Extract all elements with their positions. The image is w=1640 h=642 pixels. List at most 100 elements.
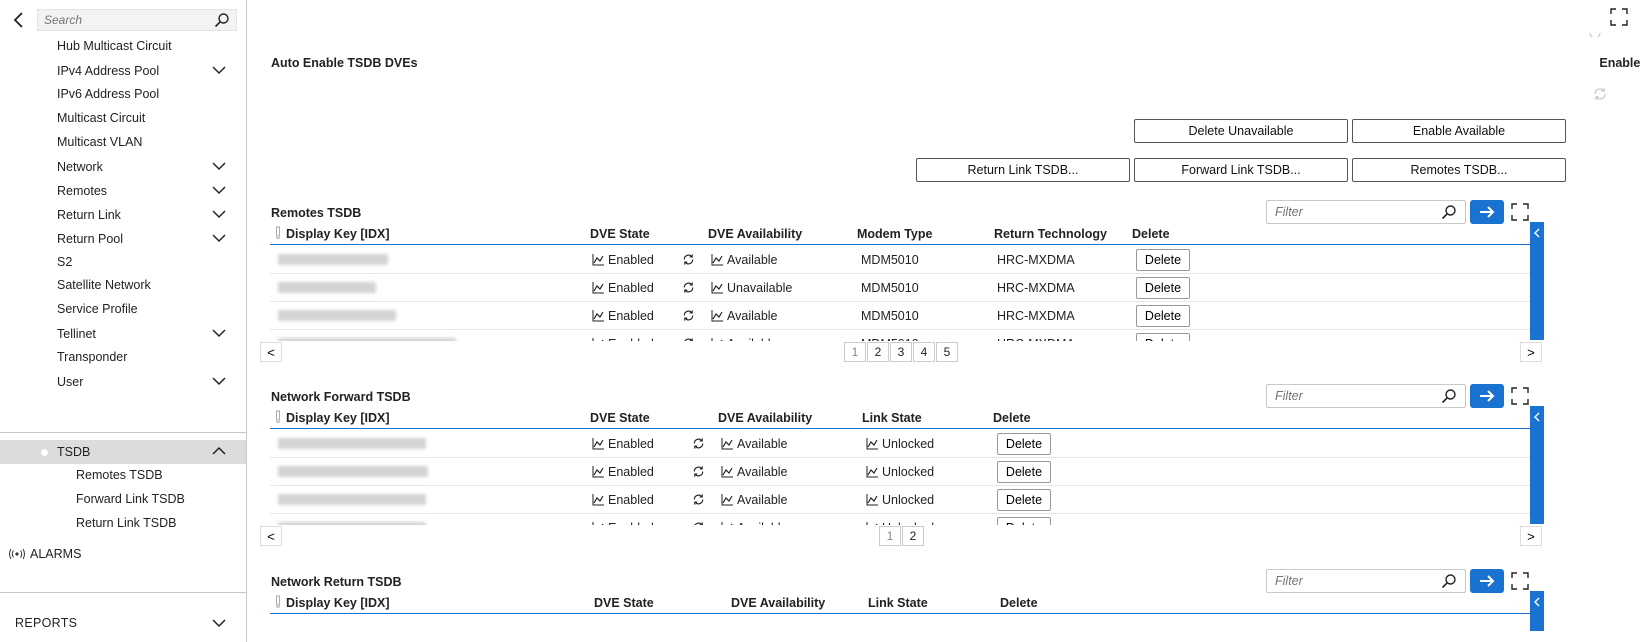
line-chart-icon[interactable] xyxy=(711,254,723,266)
forward-link-tsdb-button[interactable]: Forward Link TSDB... xyxy=(1134,158,1348,182)
page-5-button[interactable]: 5 xyxy=(936,342,958,362)
delete-unavailable-button[interactable]: Delete Unavailable xyxy=(1134,119,1348,143)
delete-button[interactable]: Delete xyxy=(1136,249,1190,271)
delete-button[interactable]: Delete xyxy=(997,517,1051,525)
table-row[interactable]: Enabled Available Unlocked Delete xyxy=(270,430,1530,458)
filter-input[interactable] xyxy=(1267,385,1437,407)
apply-filter-button[interactable] xyxy=(1470,384,1504,408)
back-arrow-icon[interactable] xyxy=(10,10,28,30)
page-4-button[interactable]: 4 xyxy=(913,342,935,362)
sync-icon[interactable] xyxy=(692,465,705,478)
search-icon[interactable] xyxy=(1441,388,1457,404)
col-dve-state[interactable]: DVE State xyxy=(594,596,654,610)
sync-icon[interactable] xyxy=(682,309,695,322)
table-row[interactable]: Enabled Available MDM5010 HRC-MXDMA Delete xyxy=(270,302,1530,330)
delete-button[interactable]: Delete xyxy=(1136,277,1190,299)
col-delete[interactable]: Delete xyxy=(1132,227,1170,241)
line-chart-icon[interactable] xyxy=(592,438,604,450)
line-chart-icon[interactable] xyxy=(711,310,723,322)
sidebar-item-multicast-circuit[interactable]: Multicast Circuit xyxy=(0,106,246,130)
col-delete[interactable]: Delete xyxy=(993,411,1031,425)
search-input[interactable] xyxy=(38,10,208,30)
line-chart-icon[interactable] xyxy=(866,494,878,506)
sidebar-item-service-profile[interactable]: Service Profile xyxy=(0,297,246,321)
delete-button[interactable]: Delete xyxy=(997,461,1051,483)
refresh-icon[interactable] xyxy=(1592,86,1608,102)
table-row[interactable]: Enabled Available Unlocked Delete xyxy=(270,514,1530,525)
chevron-down-icon[interactable] xyxy=(212,161,226,171)
sidebar-item-remotes-tsdb[interactable]: Remotes TSDB xyxy=(0,463,246,487)
sidebar-item-satellite-network[interactable]: Satellite Network xyxy=(0,273,246,297)
line-chart-icon[interactable] xyxy=(866,438,878,450)
col-dve-availability[interactable]: DVE Availability xyxy=(708,227,802,241)
col-display-key[interactable]: Display Key [IDX] xyxy=(286,411,390,425)
col-dve-state[interactable]: DVE State xyxy=(590,411,650,425)
delete-button[interactable]: Delete xyxy=(997,489,1051,511)
search-icon[interactable] xyxy=(1441,573,1457,589)
sync-icon[interactable] xyxy=(682,281,695,294)
line-chart-icon[interactable] xyxy=(711,282,723,294)
col-link-state[interactable]: Link State xyxy=(868,596,928,610)
chevron-down-icon[interactable] xyxy=(212,233,226,243)
sidebar-item-s2[interactable]: S2 xyxy=(0,250,246,274)
line-chart-icon[interactable] xyxy=(592,494,604,506)
sidebar-item-ipv4-address-pool[interactable]: IPv4 Address Pool xyxy=(0,59,246,83)
page-1-button[interactable]: 1 xyxy=(879,526,901,546)
table-row[interactable]: Enabled Available Unlocked Delete xyxy=(270,486,1530,514)
sidebar-item-tsdb[interactable]: TSDB xyxy=(0,440,246,464)
col-return-technology[interactable]: Return Technology xyxy=(994,227,1107,241)
col-dve-state[interactable]: DVE State xyxy=(590,227,650,241)
sidebar-item-network[interactable]: Network xyxy=(0,155,246,179)
filter-input[interactable] xyxy=(1267,201,1437,223)
side-panel-toggle[interactable] xyxy=(1530,591,1544,631)
line-chart-icon[interactable] xyxy=(592,254,604,266)
search-icon[interactable] xyxy=(214,12,230,28)
table-row[interactable]: Enabled Available MDM5010 HRC-MXDMA Delete xyxy=(270,330,1530,341)
sort-icon[interactable] xyxy=(274,226,282,240)
apply-filter-button[interactable] xyxy=(1470,569,1504,593)
sidebar-item-ipv6-address-pool[interactable]: IPv6 Address Pool xyxy=(0,82,246,106)
page-3-button[interactable]: 3 xyxy=(890,342,912,362)
side-panel-toggle[interactable] xyxy=(1530,222,1544,340)
table-row[interactable]: Enabled Available MDM5010 HRC-MXDMA Delete xyxy=(270,246,1530,274)
sidebar-item-alarms[interactable]: ALARMS xyxy=(8,547,81,561)
line-chart-icon[interactable] xyxy=(592,522,604,525)
line-chart-icon[interactable] xyxy=(866,522,878,525)
prev-page-button[interactable]: < xyxy=(260,342,282,362)
apply-filter-button[interactable] xyxy=(1470,200,1504,224)
sidebar-item-multicast-vlan[interactable]: Multicast VLAN xyxy=(0,130,246,154)
chevron-down-icon[interactable] xyxy=(212,209,226,219)
sort-icon[interactable] xyxy=(274,410,282,424)
sync-icon[interactable] xyxy=(692,521,705,525)
prev-page-button[interactable]: < xyxy=(260,526,282,546)
col-display-key[interactable]: Display Key [IDX] xyxy=(286,227,390,241)
sidebar-item-remotes[interactable]: Remotes xyxy=(0,179,246,203)
sidebar-item-forward-link-tsdb[interactable]: Forward Link TSDB xyxy=(0,487,246,511)
sidebar-item-user[interactable]: User xyxy=(0,370,246,394)
refresh-icon[interactable] xyxy=(1588,27,1602,37)
delete-button[interactable]: Delete xyxy=(997,433,1051,455)
chevron-down-icon[interactable] xyxy=(212,185,226,195)
page-2-button[interactable]: 2 xyxy=(902,526,924,546)
line-chart-icon[interactable] xyxy=(711,338,723,341)
sort-icon[interactable] xyxy=(274,595,282,609)
expand-table-icon[interactable] xyxy=(1510,386,1530,406)
sync-icon[interactable] xyxy=(692,493,705,506)
line-chart-icon[interactable] xyxy=(866,466,878,478)
line-chart-icon[interactable] xyxy=(592,282,604,294)
sync-icon[interactable] xyxy=(682,337,695,341)
sync-icon[interactable] xyxy=(692,437,705,450)
delete-button[interactable]: Delete xyxy=(1136,333,1190,341)
col-link-state[interactable]: Link State xyxy=(862,411,922,425)
sync-icon[interactable] xyxy=(682,253,695,266)
line-chart-icon[interactable] xyxy=(721,466,733,478)
return-link-tsdb-button[interactable]: Return Link TSDB... xyxy=(916,158,1130,182)
page-2-button[interactable]: 2 xyxy=(867,342,889,362)
page-1-button[interactable]: 1 xyxy=(844,342,866,362)
col-modem-type[interactable]: Modem Type xyxy=(857,227,932,241)
line-chart-icon[interactable] xyxy=(592,310,604,322)
chevron-up-icon[interactable] xyxy=(212,446,226,456)
chevron-down-icon[interactable] xyxy=(212,328,226,338)
line-chart-icon[interactable] xyxy=(721,522,733,525)
chevron-down-icon[interactable] xyxy=(212,376,226,386)
